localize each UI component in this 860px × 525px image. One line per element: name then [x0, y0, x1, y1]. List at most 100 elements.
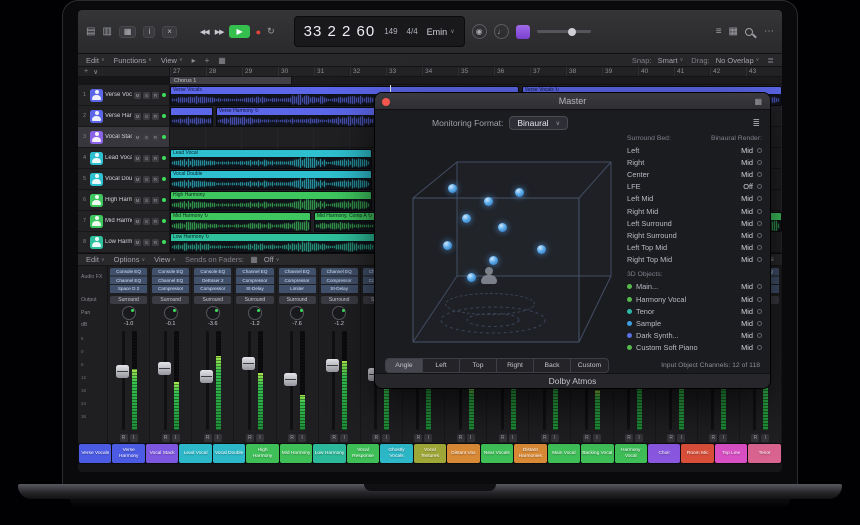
render-stepper-icon[interactable]: [757, 148, 762, 153]
render-value[interactable]: Mid: [741, 295, 753, 304]
channel-strip[interactable]: Channel EQ Compressor St-Delay Surround …: [319, 266, 361, 443]
forward-button[interactable]: ▶▶: [215, 28, 224, 36]
audio-fx-slots[interactable]: Console EQ Channel EQ Compressor: [152, 268, 189, 294]
input-monitor-button[interactable]: I: [551, 434, 559, 442]
record-enable-button[interactable]: R: [152, 92, 159, 99]
editors-button[interactable]: ▦: [119, 26, 137, 38]
solo-button[interactable]: S: [143, 92, 150, 99]
info-button[interactable]: i: [143, 26, 155, 38]
render-value[interactable]: Mid: [741, 307, 753, 316]
record-enable-button[interactable]: R: [152, 239, 159, 246]
menu-item[interactable]: Edit∨: [86, 56, 105, 65]
fader-cap[interactable]: [116, 365, 129, 378]
master-volume-slider[interactable]: [537, 30, 591, 33]
window-titlebar[interactable]: Master ▦: [375, 93, 770, 110]
audio-fx-slots[interactable]: Channel EQ Compressor Limiter: [279, 268, 316, 294]
render-stepper-icon[interactable]: [757, 196, 762, 201]
record-enable-button[interactable]: R: [709, 434, 717, 442]
link-icon[interactable]: ▦: [754, 97, 762, 106]
render-stepper-icon[interactable]: [757, 333, 762, 338]
bar-ruler[interactable]: 2728293031323334353637383940414243: [170, 67, 782, 76]
track-header[interactable]: 4 Lead Vocal M S R: [78, 148, 169, 169]
bed-channel-row[interactable]: Left Mid: [627, 144, 762, 156]
render-value[interactable]: Mid: [741, 282, 753, 291]
render-value[interactable]: Mid: [741, 231, 753, 240]
mixer-list-icon[interactable]: ≡: [769, 255, 774, 264]
mixer-track-label[interactable]: High Harmony: [246, 444, 278, 463]
input-monitor-button[interactable]: I: [509, 434, 517, 442]
solo-button[interactable]: S: [143, 113, 150, 120]
tuner-icon[interactable]: ◉: [472, 24, 487, 39]
channel-strip[interactable]: Console EQ Channel EQ Compressor Surroun…: [150, 266, 192, 443]
track-header[interactable]: 5 Vocal Double M S R: [78, 169, 169, 190]
mixer-track-label[interactable]: Vocal Double: [213, 444, 245, 463]
mixer-track-label[interactable]: Choir: [648, 444, 680, 463]
input-monitor-button[interactable]: I: [130, 434, 138, 442]
record-enable-button[interactable]: R: [152, 176, 159, 183]
volume-knob[interactable]: [568, 28, 576, 36]
bed-channel-row[interactable]: Right Top Mid Mid: [627, 254, 762, 266]
collaboration-badge[interactable]: [516, 25, 530, 39]
surround-pan-knob[interactable]: [332, 306, 346, 320]
fader-cap[interactable]: [200, 370, 213, 383]
render-value[interactable]: Mid: [741, 207, 753, 216]
inspector-icon[interactable]: ▥: [102, 26, 111, 37]
list-editors-icon[interactable]: ≡: [716, 26, 722, 37]
mixer-track-label[interactable]: Tenor: [748, 444, 780, 463]
track-header[interactable]: 6 High Harmony M S R: [78, 190, 169, 211]
bed-channel-row[interactable]: Center Mid: [627, 168, 762, 180]
lcd-display[interactable]: 33 2 2 60 149 4/4 Emin∨: [294, 16, 465, 47]
mute-button[interactable]: M: [134, 197, 141, 204]
render-stepper-icon[interactable]: [757, 321, 762, 326]
mute-button[interactable]: M: [134, 155, 141, 162]
mixer-track-label[interactable]: Verse Harmony: [112, 444, 144, 463]
render-stepper-icon[interactable]: [757, 184, 762, 189]
record-enable-button[interactable]: R: [372, 434, 380, 442]
surround-pan-knob[interactable]: [122, 306, 136, 320]
view-button[interactable]: Angle: [386, 359, 423, 372]
audio-region[interactable]: [170, 107, 213, 127]
render-value[interactable]: Mid: [741, 319, 753, 328]
record-enable-button[interactable]: R: [162, 434, 170, 442]
add-track-icon[interactable]: +: [84, 68, 88, 75]
channel-strip[interactable]: Channel EQ Compressor St-Delay Surround …: [234, 266, 276, 443]
audio-region[interactable]: Vocal Double: [170, 170, 372, 190]
audio-fx-slots[interactable]: Console EQ DeEsser 2 Compressor: [194, 268, 231, 294]
record-enable-button[interactable]: R: [204, 434, 212, 442]
record-enable-button[interactable]: R: [751, 434, 759, 442]
render-value[interactable]: Mid: [741, 146, 753, 155]
render-value[interactable]: Mid: [741, 219, 753, 228]
track-header[interactable]: 1 Verse Vocals M S R: [78, 85, 169, 106]
record-enable-button[interactable]: R: [288, 434, 296, 442]
render-stepper-icon[interactable]: [757, 209, 762, 214]
mixer-track-label[interactable]: Near Vocals: [481, 444, 513, 463]
pointer-tool-icon[interactable]: ▸: [192, 56, 196, 65]
audio-object-sphere[interactable]: [443, 241, 452, 250]
mixer-track-label[interactable]: Vocal Textures: [414, 444, 446, 463]
audio-region[interactable]: Lead Vocal: [170, 149, 372, 169]
render-stepper-icon[interactable]: [757, 297, 762, 302]
mixer-track-label[interactable]: Backing Vocal: [581, 444, 613, 463]
bed-channel-row[interactable]: LFE Off: [627, 181, 762, 193]
surround-pan-knob[interactable]: [290, 306, 304, 320]
menu-item[interactable]: View∨: [154, 255, 176, 264]
mixer-track-label[interactable]: Distant Harmonies: [514, 444, 546, 463]
record-button[interactable]: ●: [256, 27, 261, 37]
window-layout-icon[interactable]: ▦: [729, 26, 738, 37]
audio-object-sphere[interactable]: [484, 197, 493, 206]
record-enable-button[interactable]: R: [152, 197, 159, 204]
audio-region[interactable]: Verse Harmony ↻: [216, 107, 381, 127]
menu-item[interactable]: View∨: [161, 56, 183, 65]
mixer-track-label[interactable]: Lead Vocal: [179, 444, 211, 463]
mute-button[interactable]: M: [134, 239, 141, 246]
metronome-icon[interactable]: ♩: [494, 24, 509, 39]
close-button[interactable]: [382, 98, 390, 106]
cycle-button[interactable]: ↻: [267, 26, 275, 37]
mixer-track-label[interactable]: Main Vocal: [548, 444, 580, 463]
input-monitor-button[interactable]: I: [298, 434, 306, 442]
audio-fx-slots[interactable]: Console EQ Channel EQ Space D 2: [110, 268, 147, 294]
input-monitor-button[interactable]: I: [593, 434, 601, 442]
record-enable-button[interactable]: R: [667, 434, 675, 442]
menu-item[interactable]: Functions∨: [114, 56, 152, 65]
bed-channel-row[interactable]: Right Mid Mid: [627, 205, 762, 217]
